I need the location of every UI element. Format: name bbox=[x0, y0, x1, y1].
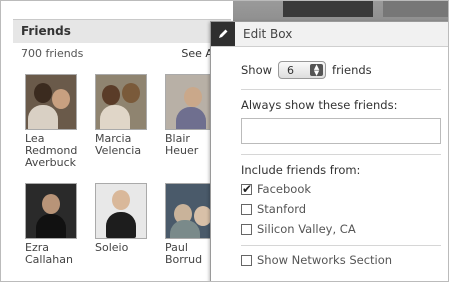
divider bbox=[241, 245, 441, 246]
friend-count: 700 friends bbox=[21, 47, 84, 60]
bg-photo bbox=[283, 1, 373, 17]
screenshot-frame: Friends 700 friends See All Lea Redmond … bbox=[0, 0, 449, 282]
friend-name[interactable]: Marcia Velencia bbox=[95, 133, 159, 157]
facebook-checkbox[interactable]: ✔ bbox=[241, 183, 252, 195]
show-networks-label: Show Networks Section bbox=[257, 253, 393, 267]
stanford-checkbox[interactable] bbox=[241, 203, 252, 215]
friend-card[interactable]: Marcia Velencia bbox=[95, 74, 155, 157]
friend-card[interactable]: Ezra Callahan bbox=[25, 183, 85, 266]
silicon-valley-checkbox[interactable] bbox=[241, 223, 252, 235]
edit-box-header: Edit Box bbox=[211, 22, 448, 47]
source-label: Silicon Valley, CA bbox=[257, 222, 356, 236]
show-count-select[interactable]: 6 ▲ ▼ bbox=[278, 61, 327, 79]
friend-last-name[interactable]: Callahan bbox=[25, 254, 89, 266]
friend-name[interactable]: Ezra Callahan bbox=[25, 242, 89, 266]
source-label: Facebook bbox=[257, 182, 312, 196]
bg-photo bbox=[383, 1, 448, 17]
divider bbox=[241, 154, 441, 155]
friend-card[interactable]: Soleio bbox=[95, 183, 155, 254]
source-option-silicon-valley[interactable]: Silicon Valley, CA bbox=[241, 219, 448, 239]
friend-card[interactable]: Lea Redmond Averbuck bbox=[25, 74, 85, 169]
pencil-icon bbox=[219, 29, 228, 38]
friend-name[interactable]: Soleio bbox=[95, 242, 159, 254]
divider bbox=[241, 89, 441, 90]
source-option-stanford[interactable]: Stanford bbox=[241, 199, 448, 219]
friend-last-name[interactable]: Velencia bbox=[95, 145, 159, 157]
stepper-arrows-icon[interactable]: ▲ ▼ bbox=[310, 64, 324, 77]
friends-box-subheader: 700 friends See All bbox=[13, 43, 231, 64]
show-networks-checkbox[interactable] bbox=[241, 254, 252, 266]
always-show-input[interactable] bbox=[241, 118, 441, 144]
edit-box-title: Edit Box bbox=[243, 27, 293, 41]
friend-first-name[interactable]: Soleio bbox=[95, 242, 159, 254]
show-count-row: Show 6 ▲ ▼ friends bbox=[241, 61, 448, 79]
include-label: Include friends from: bbox=[241, 163, 361, 177]
friend-photo[interactable] bbox=[25, 74, 77, 130]
show-label: Show bbox=[241, 63, 273, 77]
always-show-label: Always show these friends: bbox=[241, 98, 398, 112]
friend-name[interactable]: Lea Redmond Averbuck bbox=[25, 133, 89, 169]
friends-box-title: Friends bbox=[13, 19, 231, 43]
show-networks-option[interactable]: Show Networks Section bbox=[241, 250, 448, 270]
show-count-value: 6 bbox=[287, 63, 295, 77]
show-suffix: friends bbox=[332, 63, 372, 77]
friend-photo[interactable] bbox=[25, 183, 77, 239]
edit-button[interactable] bbox=[211, 22, 235, 46]
friend-photo[interactable] bbox=[95, 183, 147, 239]
friend-last-name[interactable]: Redmond Averbuck bbox=[25, 145, 89, 169]
friend-photo[interactable] bbox=[95, 74, 147, 130]
edit-box-popup: Edit Box Show 6 ▲ ▼ friends Always show t… bbox=[210, 21, 448, 281]
source-label: Stanford bbox=[257, 202, 307, 216]
source-option-facebook[interactable]: ✔ Facebook bbox=[241, 179, 448, 199]
